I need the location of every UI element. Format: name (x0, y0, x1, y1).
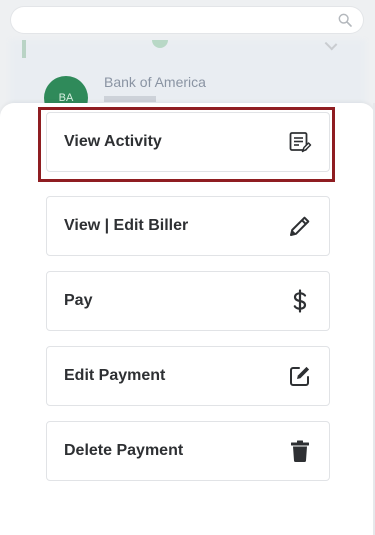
edit-payment-label: Edit Payment (64, 367, 166, 384)
delete-payment-button[interactable]: Delete Payment (46, 421, 330, 481)
view-edit-biller-label: View | Edit Biller (64, 217, 189, 234)
pencil-icon (290, 216, 310, 236)
edit-payment-button[interactable]: Edit Payment (46, 346, 330, 406)
pay-label: Pay (64, 292, 93, 309)
dollar-icon (293, 289, 307, 313)
selection-highlight (38, 107, 335, 182)
biller-name: Bank of America (104, 74, 206, 90)
trash-icon (291, 440, 309, 462)
pay-button[interactable]: Pay (46, 271, 330, 331)
edit-square-icon (290, 366, 310, 386)
biller-subtitle (104, 96, 156, 102)
search-bar[interactable] (11, 7, 363, 33)
search-icon (338, 13, 352, 27)
card-accent-stripe (22, 40, 26, 58)
view-edit-biller-button[interactable]: View | Edit Biller (46, 196, 330, 256)
delete-payment-label: Delete Payment (64, 442, 184, 459)
